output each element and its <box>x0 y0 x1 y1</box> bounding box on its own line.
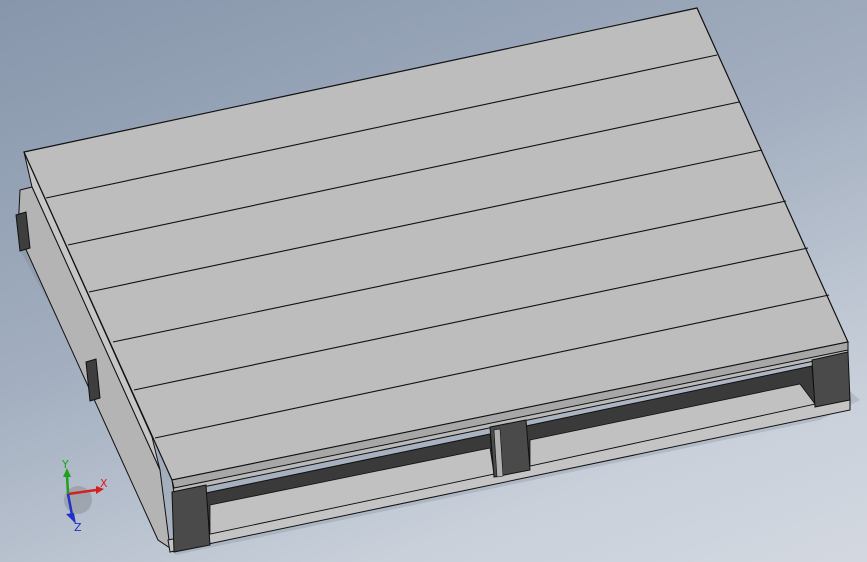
front-block-left <box>171 484 211 553</box>
graphics-viewport[interactable]: X Y Z <box>0 0 867 562</box>
front-block-right <box>811 351 851 408</box>
pallet-model[interactable] <box>0 0 867 562</box>
